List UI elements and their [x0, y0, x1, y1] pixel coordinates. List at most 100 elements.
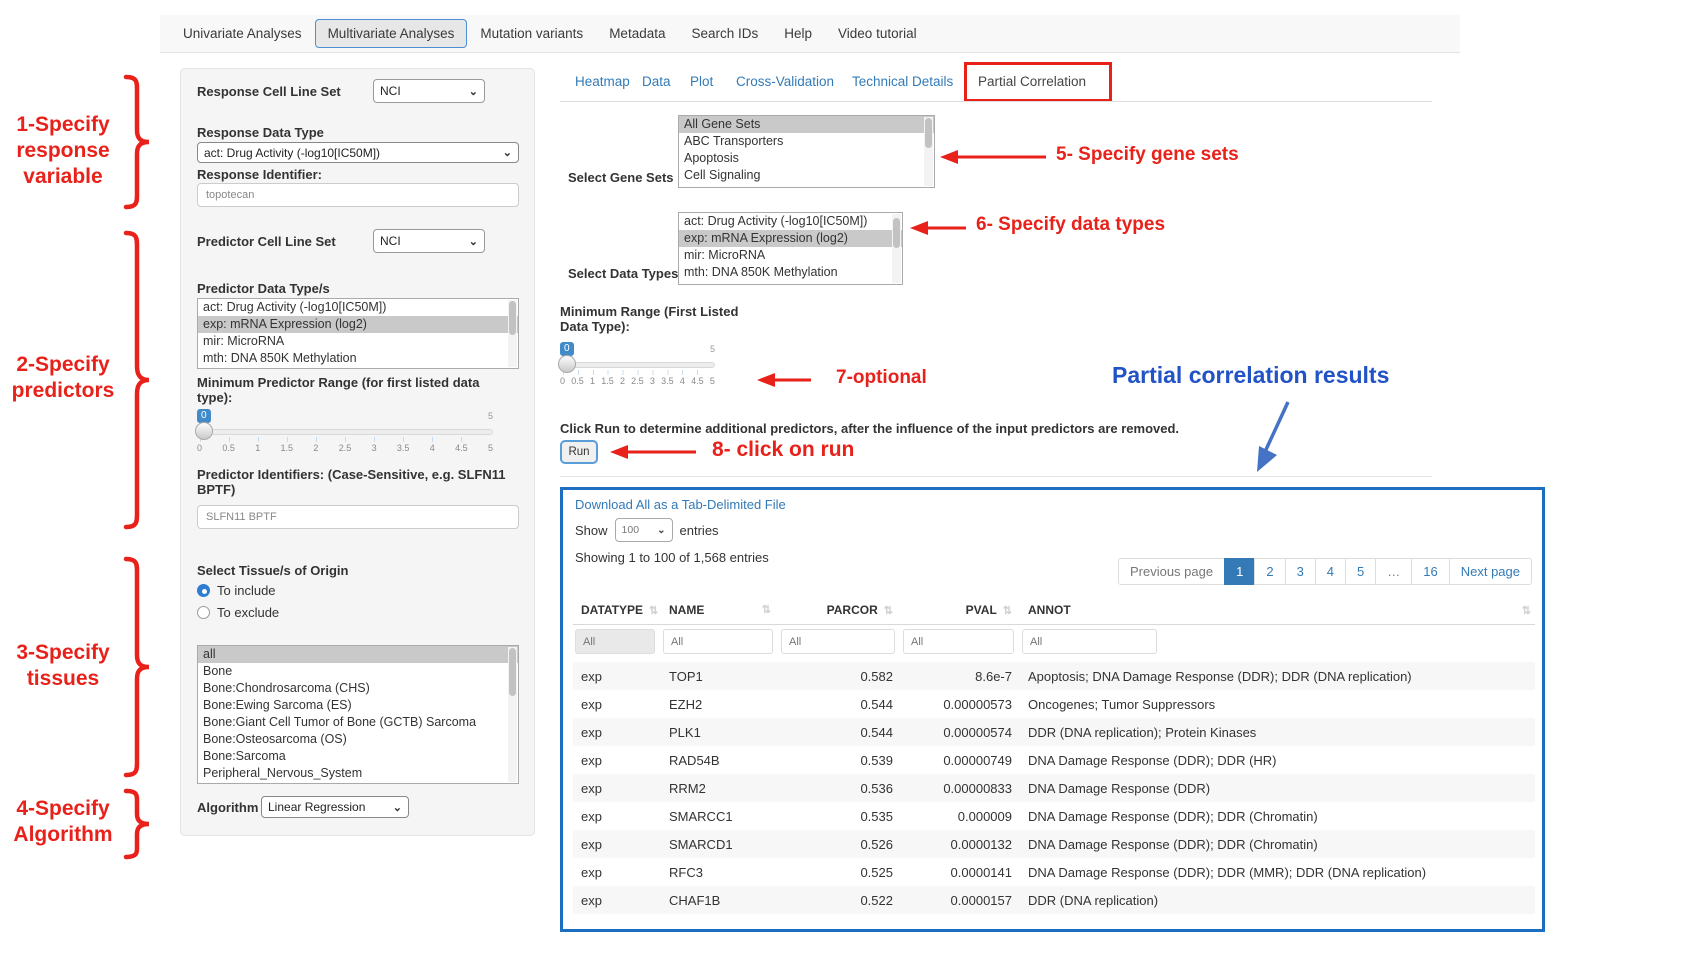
list-item[interactable]: Cell Signaling: [679, 167, 934, 184]
cell-datatype: exp: [573, 690, 661, 718]
tab-heatmap[interactable]: Heatmap: [575, 74, 630, 89]
sort-icon[interactable]: ⇅: [762, 603, 771, 616]
filter-annot-input[interactable]: [1022, 629, 1157, 654]
tab-data[interactable]: Data: [642, 74, 671, 89]
cell-datatype: exp: [573, 886, 661, 914]
run-button[interactable]: Run: [560, 440, 598, 464]
slider-handle[interactable]: [558, 355, 576, 373]
list-item[interactable]: Apoptosis: [679, 150, 934, 167]
pagination-page-16[interactable]: 16: [1411, 558, 1449, 585]
response-data-type-select[interactable]: act: Drug Activity (-log10[IC50M]) ⌄: [197, 142, 519, 163]
list-item-selected[interactable]: All Gene Sets: [679, 116, 934, 133]
cell-parcor: 0.525: [779, 858, 901, 886]
nav-tab-help[interactable]: Help: [771, 18, 825, 49]
sort-icon[interactable]: ⇅: [884, 605, 893, 617]
sort-icon[interactable]: ⇅: [1003, 605, 1012, 617]
column-header-annot[interactable]: ANNOT⇅: [1020, 596, 1535, 625]
filter-parcor-input[interactable]: [781, 629, 895, 654]
cell-parcor: 0.539: [779, 746, 901, 774]
chevron-down-icon: ⌄: [503, 146, 512, 159]
pagination-page-5[interactable]: 5: [1345, 558, 1376, 585]
tissues-exclude-radio[interactable]: To exclude: [197, 605, 279, 620]
column-header-datatype[interactable]: DATATYPE⇅: [573, 596, 661, 625]
slider-track[interactable]: [197, 429, 493, 435]
pagination-next[interactable]: Next page: [1449, 558, 1532, 585]
response-identifier-input[interactable]: [197, 183, 519, 207]
list-item[interactable]: Bone:Sarcoma: [198, 748, 518, 765]
algorithm-select[interactable]: Linear Regression ⌄: [261, 796, 409, 818]
pagination-page-1[interactable]: 1: [1224, 558, 1255, 585]
brace-step3: [122, 556, 152, 778]
annotation-step2: 2-Specify predictors: [6, 352, 120, 404]
list-item[interactable]: Bone:Ewing Sarcoma (ES): [198, 697, 518, 714]
page-size-select[interactable]: 100 ⌄: [615, 518, 673, 542]
nav-tab-metadata[interactable]: Metadata: [596, 18, 678, 49]
list-item-selected[interactable]: exp: mRNA Expression (log2): [198, 316, 518, 333]
pagination-page-4[interactable]: 4: [1315, 558, 1346, 585]
download-link[interactable]: Download All as a Tab-Delimited File: [575, 497, 786, 512]
nav-tab-multivariate-analyses[interactable]: Multivariate Analyses: [315, 19, 468, 48]
cell-annot: Apoptosis; DNA Damage Response (DDR); DD…: [1020, 662, 1535, 690]
cell-pval: 8.6e-7: [901, 662, 1020, 690]
filter-name-input[interactable]: [663, 629, 773, 654]
table-row: exp TOP1 0.582 8.6e-7 Apoptosis; DNA Dam…: [573, 662, 1535, 690]
tab-cross-validation[interactable]: Cross-Validation: [736, 74, 834, 89]
column-header-name[interactable]: NAME⇅: [661, 596, 779, 625]
scrollbar[interactable]: [892, 214, 901, 283]
table-row: exp RAD54B 0.539 0.00000749 DNA Damage R…: [573, 746, 1535, 774]
slider-tick-label: 3: [372, 443, 377, 453]
list-item-selected[interactable]: exp: mRNA Expression (log2): [679, 230, 902, 247]
tissues-include-radio[interactable]: To include: [197, 583, 276, 598]
slider-track[interactable]: [560, 362, 715, 368]
nav-tab-univariate-analyses[interactable]: Univariate Analyses: [170, 18, 315, 49]
sort-icon[interactable]: ⇅: [649, 605, 658, 617]
slider-tick-label: 3: [650, 376, 655, 386]
table-body: exp TOP1 0.582 8.6e-7 Apoptosis; DNA Dam…: [573, 662, 1535, 914]
column-header-pval[interactable]: PVAL⇅: [901, 596, 1020, 625]
min-range-label: Minimum Range (First Listed Data Type):: [560, 304, 740, 334]
annotation-step3: 3-Specify tissues: [6, 640, 120, 692]
pagination-page-3[interactable]: 3: [1285, 558, 1316, 585]
annotation-step1: 1-Specify response variable: [6, 112, 120, 190]
list-item[interactable]: mth: DNA 850K Methylation: [679, 264, 902, 281]
cell-name: SMARCD1: [661, 830, 779, 858]
nav-tab-mutation-variants[interactable]: Mutation variants: [467, 18, 596, 49]
filter-pval-input[interactable]: [903, 629, 1014, 654]
list-item[interactable]: act: Drug Activity (-log10[IC50M]): [679, 213, 902, 230]
scrollbar[interactable]: [924, 117, 933, 186]
column-header-parcor[interactable]: PARCOR⇅: [779, 596, 901, 625]
scrollbar[interactable]: [508, 647, 517, 782]
predictor-identifiers-input[interactable]: [197, 505, 519, 529]
tab-plot[interactable]: Plot: [690, 74, 713, 89]
nav-tab-video-tutorial[interactable]: Video tutorial: [825, 18, 930, 49]
list-item[interactable]: Bone: [198, 663, 518, 680]
response-cell-line-set-select[interactable]: NCI ⌄: [373, 79, 485, 103]
cell-annot: DDR (DNA replication); Protein Kinases: [1020, 718, 1535, 746]
tissues-exclude-label: To exclude: [217, 605, 279, 620]
predictor-cell-line-set-select[interactable]: NCI ⌄: [373, 229, 485, 253]
slider-handle[interactable]: [195, 422, 213, 440]
pagination-previous[interactable]: Previous page: [1118, 558, 1225, 585]
sort-icon[interactable]: ⇅: [1522, 604, 1531, 617]
results-table: DATATYPE⇅ NAME⇅ PARCOR⇅ PVAL⇅ ANNOT⇅ exp…: [573, 596, 1535, 914]
list-item[interactable]: Peripheral_Nervous_System: [198, 765, 518, 782]
nav-tab-search-ids[interactable]: Search IDs: [678, 18, 771, 49]
predictor-cell-line-set-value: NCI: [380, 234, 401, 248]
list-item[interactable]: mth: DNA 850K Methylation: [198, 350, 518, 367]
list-item[interactable]: ABC Transporters: [679, 133, 934, 150]
cell-pval: 0.00000573: [901, 690, 1020, 718]
filter-datatype-input[interactable]: [575, 629, 655, 654]
cell-pval: 0.0000132: [901, 830, 1020, 858]
pagination-page-2[interactable]: 2: [1254, 558, 1285, 585]
list-item[interactable]: mir: MicroRNA: [198, 333, 518, 350]
data-types-label: Select Data Types: [568, 266, 678, 281]
scrollbar[interactable]: [508, 300, 517, 367]
list-item[interactable]: act: Drug Activity (-log10[IC50M]): [198, 299, 518, 316]
list-item-selected[interactable]: all: [198, 646, 518, 663]
list-item[interactable]: Bone:Chondrosarcoma (CHS): [198, 680, 518, 697]
cell-parcor: 0.582: [779, 662, 901, 690]
list-item[interactable]: mir: MicroRNA: [679, 247, 902, 264]
tab-technical-details[interactable]: Technical Details: [852, 74, 953, 89]
list-item[interactable]: Bone:Giant Cell Tumor of Bone (GCTB) Sar…: [198, 714, 518, 731]
list-item[interactable]: Bone:Osteosarcoma (OS): [198, 731, 518, 748]
